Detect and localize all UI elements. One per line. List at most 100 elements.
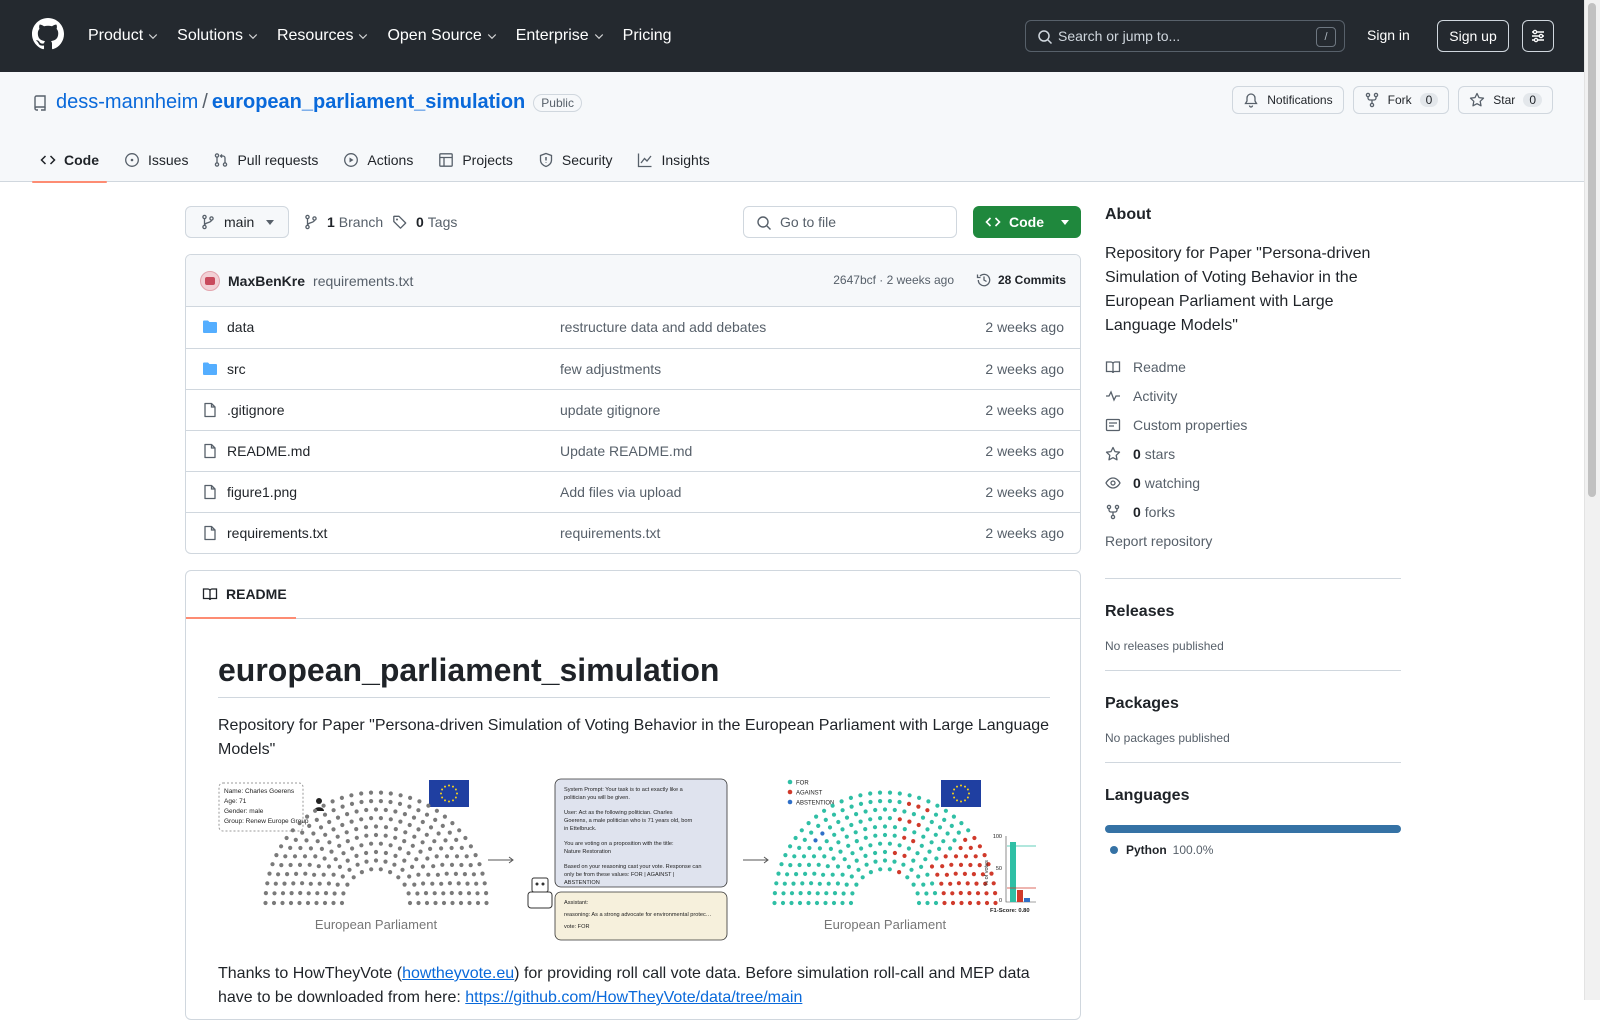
file-icon [204,402,216,418]
nav-product[interactable]: Product [88,27,159,45]
tags-link[interactable]: 0 Tags [392,206,457,238]
commit-message-link[interactable]: requirements.txt [313,273,413,289]
seat-dot [963,854,969,859]
seat-dot [303,871,308,876]
eu-flag-star [441,788,444,791]
search-shortcut-key: / [1316,27,1336,47]
repo-name-link[interactable]: european_parliament_simulation [212,91,525,114]
language-name: Python [1126,843,1167,857]
nav-resources[interactable]: Resources [277,27,369,45]
seat-dot [794,872,799,877]
file-name-link[interactable]: src [227,361,246,377]
about-link-stars[interactable]: 0 stars [1105,439,1401,468]
commit-history-link[interactable]: 28 Commits [976,272,1066,288]
file-row[interactable]: .gitignore update gitignore 2 weeks ago [186,389,1080,430]
seat-dot [863,809,868,814]
about-link-custom-properties[interactable]: Custom properties [1105,410,1401,439]
file-name-link[interactable]: data [227,319,254,335]
readme-tab[interactable]: README [202,586,287,602]
file-row[interactable]: figure1.png Add files via upload 2 weeks a… [186,471,1080,512]
seat-dot [327,819,332,825]
search-input[interactable]: Search or jump to... / [1025,20,1345,52]
persona-line: Gender: male [224,808,264,815]
file-name-link[interactable]: requirements.txt [227,525,327,541]
fork-icon [1365,92,1378,108]
file-commit-message[interactable]: Update README.md [560,443,692,459]
fork-button[interactable]: Fork 0 [1352,86,1450,114]
about-link-watching[interactable]: 0 watching [1105,468,1401,497]
language-item[interactable]: Python 100.0% [1105,843,1401,857]
code-download-button[interactable]: Code [973,206,1081,238]
data-repo-link[interactable]: https://github.com/HowTheyVote/data/tree… [465,989,802,1006]
go-to-file-input[interactable]: Go to file [743,206,957,238]
file-row[interactable]: src few adjustments 2 weeks ago [186,348,1080,389]
nav-enterprise[interactable]: Enterprise [516,27,605,45]
scrollbar-thumb[interactable] [1588,3,1596,497]
seat-dot [929,819,934,825]
seat-dot [892,859,897,864]
seat-dot [774,881,779,886]
nav-open-source[interactable]: Open Source [387,27,497,45]
report-repository-link[interactable]: Report repository [1105,526,1401,555]
file-row[interactable]: requirements.txt requirements.txt 2 weeks … [186,512,1080,553]
repo-owner-link[interactable]: dess-mannheim [56,91,198,114]
file-commit-message[interactable]: Add files via upload [560,484,681,500]
tab-code[interactable]: Code [32,138,107,183]
tab-projects[interactable]: Projects [430,138,521,182]
file-row[interactable]: README.md Update README.md 2 weeks ago [186,430,1080,471]
howtheyvote-link[interactable]: howtheyvote.eu [402,965,514,982]
seat-dot [369,841,374,846]
seat-dot [432,839,437,844]
avatar[interactable] [200,270,220,291]
nav-solutions[interactable]: Solutions [177,27,259,45]
file-commit-message[interactable]: few adjustments [560,361,661,377]
tab-actions[interactable]: Actions [335,138,421,182]
seat-dot [824,891,829,896]
file-name-link[interactable]: .gitignore [227,402,285,418]
releases-heading[interactable]: Releases [1105,603,1401,621]
seat-dot [781,891,786,896]
seat-dot [929,840,934,845]
file-name-link[interactable]: README.md [227,443,310,459]
nav-pricing[interactable]: Pricing [623,27,672,45]
notifications-button[interactable]: Notifications [1232,86,1344,114]
seat-dot [462,872,467,877]
github-logo-icon[interactable] [32,18,64,50]
issue-icon [125,153,139,167]
tab-security[interactable]: Security [530,138,621,182]
seat-dot [937,825,943,830]
tab-pull-requests[interactable]: Pull requests [205,138,326,182]
packages-heading[interactable]: Packages [1105,695,1401,713]
commit-hash-time[interactable]: 2647bcf · 2 weeks ago [833,273,954,287]
file-commit-message[interactable]: requirements.txt [560,525,660,541]
caret-down-icon [1061,220,1069,225]
note-icon [1105,418,1121,431]
about-link-forks[interactable]: 0 forks [1105,497,1401,526]
commit-author-link[interactable]: MaxBenKre [228,273,305,289]
branch-selector[interactable]: main [185,206,289,238]
repo-path-separator: / [202,91,208,113]
seat-dot [868,870,874,875]
seat-dot [369,867,374,872]
seat-dot [878,816,883,821]
file-name-link[interactable]: figure1.png [227,484,297,500]
star-button[interactable]: Star 0 [1458,86,1553,114]
header-menu-button[interactable] [1522,20,1554,52]
seat-dot [442,814,447,819]
sign-up-button[interactable]: Sign up [1437,20,1509,52]
branches-link[interactable]: 1 Branch [303,206,383,238]
about-link-readme[interactable]: Readme [1105,352,1401,381]
about-link-activity[interactable]: Activity [1105,381,1401,410]
seat-dot [949,862,954,867]
file-row[interactable]: data restructure data and add debates 2 we… [186,307,1080,348]
tab-issues[interactable]: Issues [116,138,196,182]
seat-dot [785,872,790,877]
tab-insights[interactable]: Insights [629,138,717,182]
seat-dot [482,881,487,886]
file-commit-message[interactable]: restructure data and add debates [560,319,766,335]
seat-dot [842,857,847,862]
file-commit-message[interactable]: update gitignore [560,402,660,418]
sign-in-link[interactable]: Sign in [1367,27,1410,43]
seat-dot [873,833,878,838]
language-bar[interactable] [1105,825,1401,833]
